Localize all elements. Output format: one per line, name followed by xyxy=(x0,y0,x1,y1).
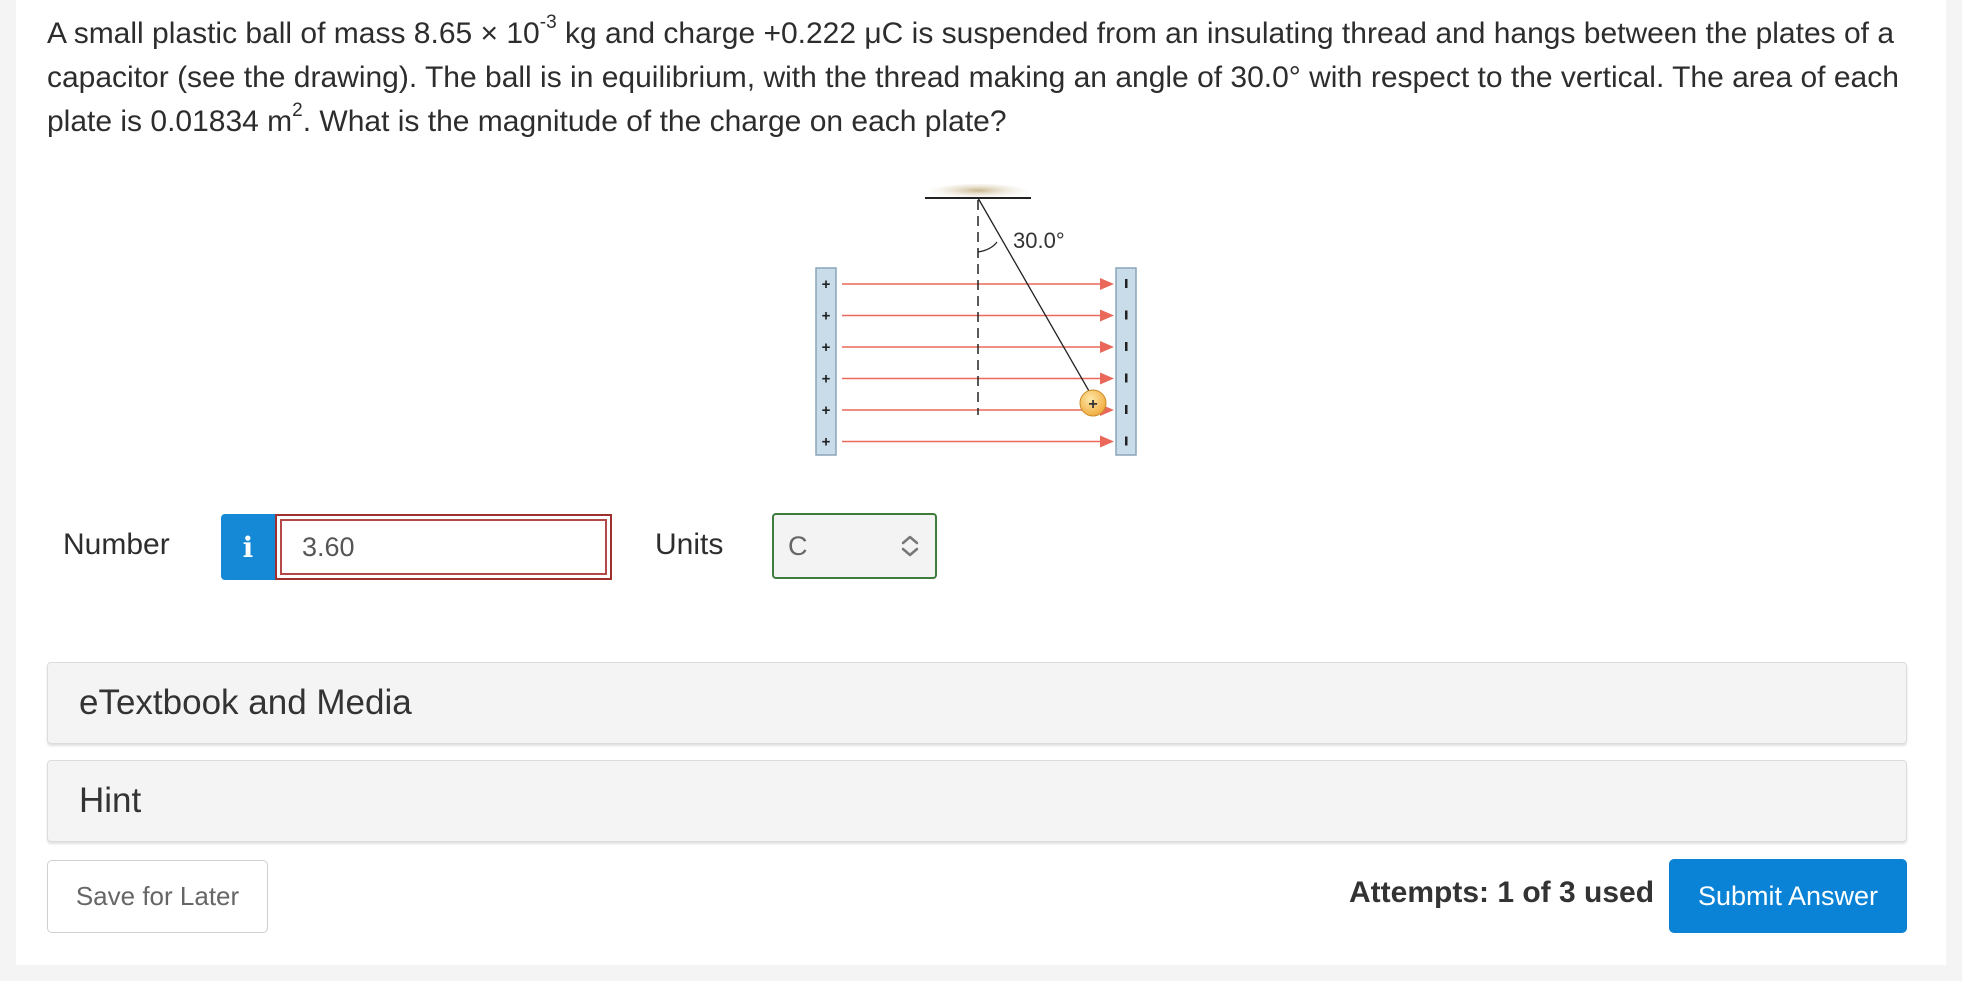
minus-charge-sign xyxy=(1125,310,1128,320)
positive-plate xyxy=(815,267,837,456)
field-arrowhead xyxy=(1100,278,1114,290)
etextbook-media-panel[interactable]: eTextbook and Media xyxy=(47,662,1907,744)
question-text: A small plastic ball of mass 8.65 × 10-3… xyxy=(47,12,1907,144)
units-selected-value: C xyxy=(788,530,808,561)
number-field-frame xyxy=(275,514,612,580)
minus-charge-sign xyxy=(1125,342,1128,351)
minus-charge-sign xyxy=(1125,436,1128,446)
info-button[interactable]: i xyxy=(221,514,275,580)
field-arrowhead xyxy=(1100,435,1114,448)
plus-charge-sign: + xyxy=(822,339,831,356)
info-icon: i xyxy=(242,530,254,564)
units-label: Units xyxy=(655,528,724,561)
question-exponent-2: 2 xyxy=(292,100,303,121)
minus-charge-sign xyxy=(1125,373,1128,383)
minus-charge-sign xyxy=(1125,279,1128,288)
number-label: Number xyxy=(63,528,170,561)
plus-charge-sign: + xyxy=(822,276,831,293)
minus-charge-sign xyxy=(1125,405,1128,414)
field-arrowhead xyxy=(1100,341,1114,353)
question-exponent-1: -3 xyxy=(539,12,557,33)
ball-charge-label: + xyxy=(1088,396,1097,413)
question-part-1: A small plastic ball of mass 8.65 × 10 xyxy=(47,17,540,50)
number-input[interactable] xyxy=(280,519,607,575)
submit-answer-button[interactable]: Submit Answer xyxy=(1669,859,1907,933)
angle-label: 30.0° xyxy=(1013,228,1065,253)
plus-charge-sign: + xyxy=(822,434,831,451)
field-arrowhead xyxy=(1100,309,1114,322)
etextbook-media-label: eTextbook and Media xyxy=(79,683,412,722)
question-part-3: . What is the magnitude of the charge on… xyxy=(302,105,1007,138)
hint-label: Hint xyxy=(79,781,142,820)
capacitor-diagram: + + + + + + 30.0° + xyxy=(815,184,1137,456)
angle-arc xyxy=(977,241,998,253)
chevron-up-down-icon xyxy=(901,535,919,557)
answer-row: Number i Units C xyxy=(0,512,1962,582)
save-for-later-button[interactable]: Save for Later xyxy=(47,860,268,933)
plus-charge-sign: + xyxy=(822,371,831,388)
negative-plate xyxy=(1115,267,1137,456)
units-select[interactable]: C xyxy=(772,513,937,579)
field-arrowhead xyxy=(1100,372,1114,385)
plus-charge-sign: + xyxy=(822,402,831,419)
attempts-counter: Attempts: 1 of 3 used xyxy=(1349,876,1655,909)
hint-panel[interactable]: Hint xyxy=(47,760,1907,842)
plus-charge-sign: + xyxy=(822,308,831,325)
